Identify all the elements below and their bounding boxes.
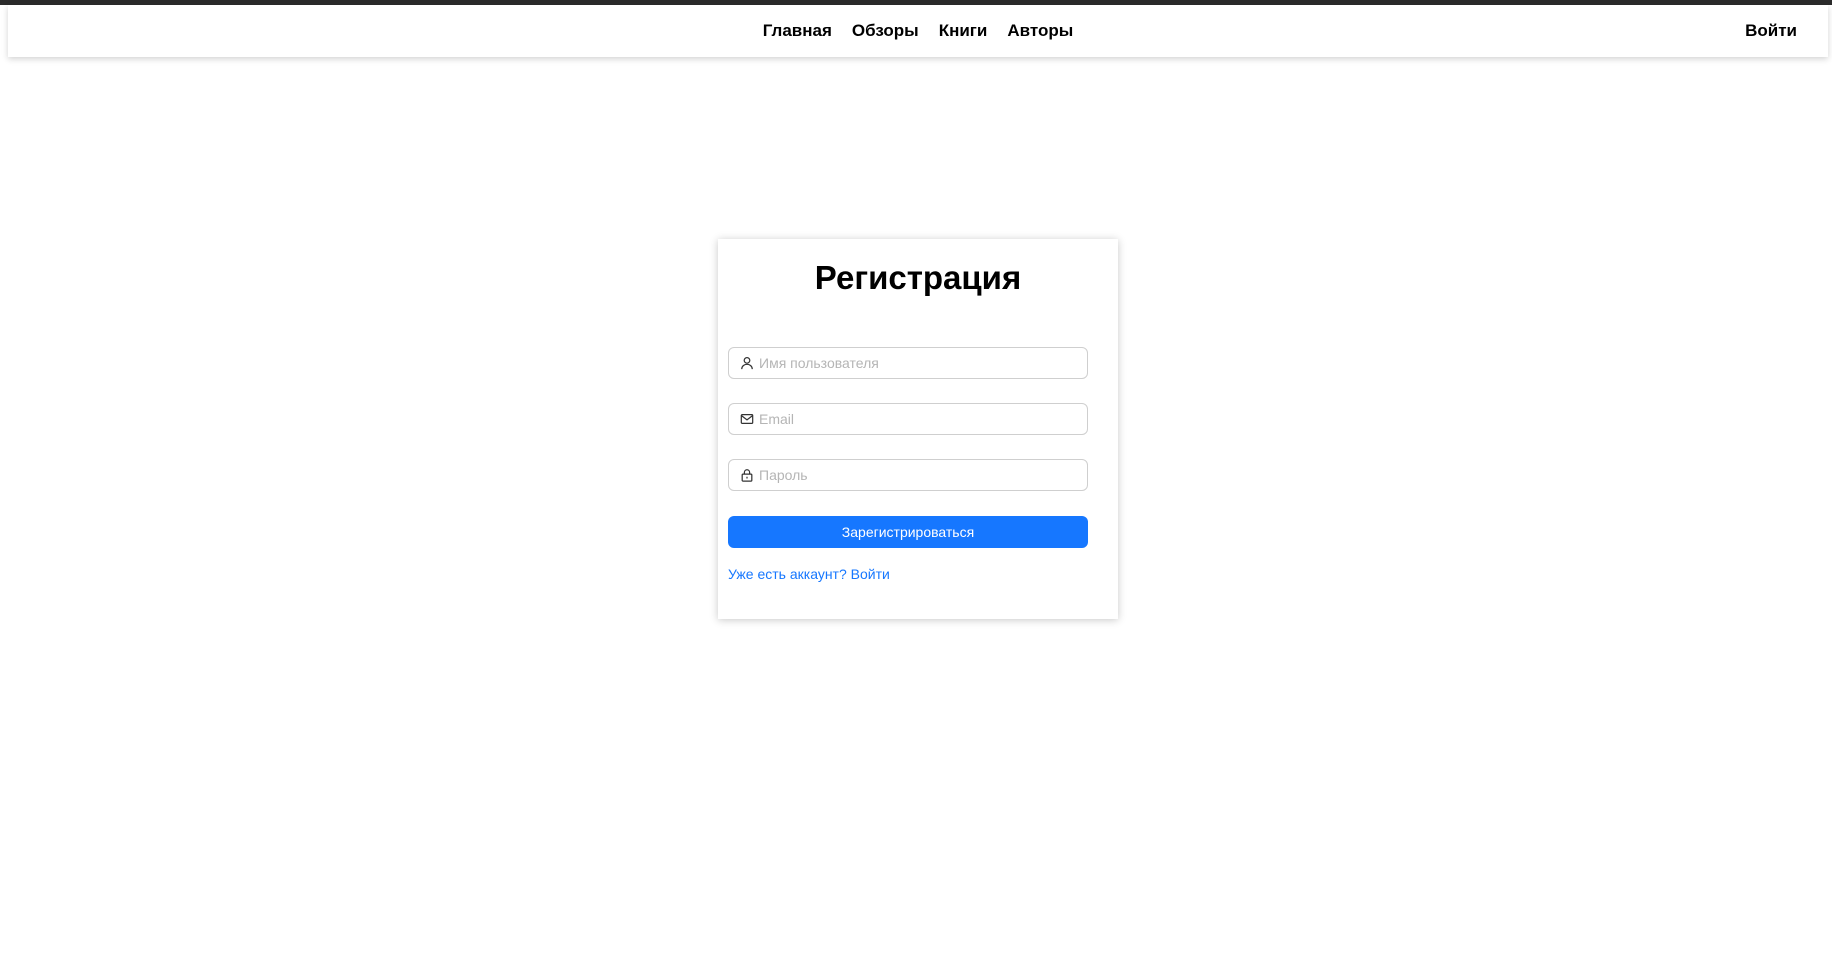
form-title: Регистрация [814,259,1022,296]
mail-icon [739,411,755,427]
email-field[interactable] [728,403,1088,435]
nav-link-reviews[interactable]: Обзоры [852,21,919,41]
nav-link-home[interactable]: Главная [763,21,832,41]
password-input[interactable] [759,461,1079,489]
register-button[interactable]: Зарегистрироваться [728,516,1088,548]
registration-card: Регистрация Зарегистрирова [718,239,1118,619]
nav-link-books[interactable]: Книги [939,21,988,41]
navbar: Главная Обзоры Книги Авторы Войти [8,5,1828,57]
login-link[interactable]: Войти [1745,5,1797,57]
lock-icon [739,467,755,483]
user-icon [739,355,755,371]
username-field[interactable] [728,347,1088,379]
signin-link[interactable]: Уже есть аккаунт? Войти [728,566,890,582]
username-input[interactable] [759,349,1079,377]
main-nav: Главная Обзоры Книги Авторы [8,5,1828,57]
email-input[interactable] [759,405,1079,433]
nav-link-authors[interactable]: Авторы [1007,21,1073,41]
password-field[interactable] [728,459,1088,491]
